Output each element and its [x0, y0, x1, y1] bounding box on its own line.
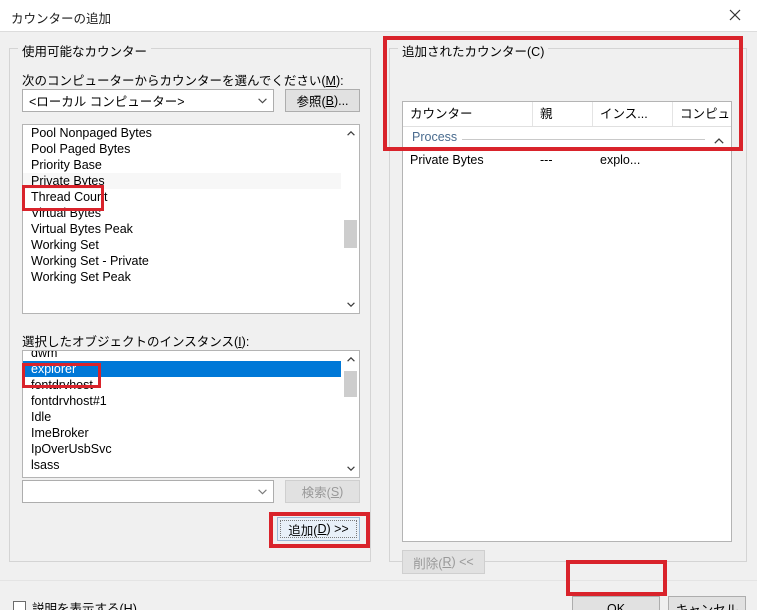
added-counters-cell-instance: explo...	[600, 153, 641, 167]
counter-list-item[interactable]: Pool Nonpaged Bytes	[23, 125, 342, 141]
show-description-checkbox[interactable]: 説明を表示する(H)	[13, 598, 137, 610]
instance-list-item[interactable]: dwm	[23, 351, 342, 361]
instance-list-item[interactable]: fontdrvhost#1	[23, 393, 342, 409]
counter-list-item[interactable]: Working Set Peak	[23, 269, 342, 285]
counter-list-item[interactable]: Working Set - Private	[23, 253, 342, 269]
instance-list-scroll-thumb[interactable]	[344, 371, 357, 397]
counter-list-item[interactable]: Priority Base	[23, 157, 342, 173]
added-counters-body: Process Private Bytes --- explo...	[403, 127, 731, 171]
counter-list-viewport: Pool Nonpaged Bytes Pool Paged Bytes Prior…	[23, 125, 342, 313]
instance-list-item[interactable]: Idle	[23, 409, 342, 425]
search-button[interactable]: 検索(S)	[285, 480, 360, 503]
added-counters-legend: 追加されたカウンター(C)	[398, 41, 549, 60]
title-bar: カウンターの追加	[0, 0, 757, 32]
counter-list-item[interactable]: Pool Paged Bytes	[23, 141, 342, 157]
added-counters-table[interactable]: カウンター親インス...コンピューター Process Private Bytes…	[402, 101, 732, 542]
added-counters-row[interactable]: Private Bytes --- explo...	[403, 149, 731, 171]
added-counters-column-header[interactable]: インス...	[593, 102, 673, 126]
cancel-button[interactable]: キャンセル	[668, 596, 746, 610]
instance-list-item[interactable]: ImeBroker	[23, 425, 342, 441]
added-counters-column-header[interactable]: カウンター	[403, 102, 533, 126]
add-counters-dialog: カウンターの追加 使用可能なカウンター 次のコンピューターからカウンターを選んで…	[0, 0, 757, 610]
added-counters-column-header[interactable]: コンピューター	[673, 102, 731, 126]
counter-list-scroll-thumb[interactable]	[344, 220, 357, 248]
added-counters-header-row: カウンター親インス...コンピューター	[403, 102, 731, 127]
remove-button[interactable]: 削除(R) <<	[402, 550, 485, 574]
computer-source-value: <ローカル コンピューター>	[29, 95, 185, 109]
search-input[interactable]	[22, 480, 274, 503]
counter-list-item[interactable]: Thread Count	[23, 189, 342, 205]
counter-list-scrollbar[interactable]	[341, 125, 359, 313]
instance-list-item[interactable]: explorer	[23, 361, 342, 377]
available-counters-legend: 使用可能なカウンター	[18, 41, 152, 60]
instance-list-item[interactable]: lsass	[23, 457, 342, 473]
chevron-up-icon[interactable]	[714, 131, 724, 149]
dialog-client-area: 使用可能なカウンター 次のコンピューターからカウンターを選んでください(M): …	[0, 31, 757, 610]
chevron-down-icon	[251, 97, 273, 104]
browse-button[interactable]: 参照(B)...	[285, 89, 360, 112]
chevron-down-icon	[251, 488, 273, 495]
added-counters-cell-counter: Private Bytes	[410, 153, 484, 167]
scroll-down-icon[interactable]	[342, 296, 359, 313]
added-counters-group-name: Process	[412, 130, 463, 144]
counter-list[interactable]: Pool Nonpaged Bytes Pool Paged Bytes Prior…	[22, 124, 360, 314]
added-counters-cell-computer	[673, 149, 731, 171]
counter-list-item[interactable]: Virtual Bytes	[23, 205, 342, 221]
add-button[interactable]: 追加(D) >>	[277, 517, 360, 541]
counter-list-item[interactable]: Working Set	[23, 237, 342, 253]
computer-source-combo[interactable]: <ローカル コンピューター>	[22, 89, 274, 112]
instance-list-item[interactable]: IpOverUsbSvc	[23, 441, 342, 457]
instance-list[interactable]: dwm explorer fontdrvhost fontdrvhost#1 Idle I…	[22, 350, 360, 478]
instance-list-viewport: dwm explorer fontdrvhost fontdrvhost#1 Idle I…	[23, 351, 342, 477]
added-counters-cell-parent: ---	[540, 153, 553, 167]
checkbox-box	[13, 601, 26, 610]
instance-list-item[interactable]: fontdrvhost	[23, 377, 342, 393]
scroll-up-icon[interactable]	[342, 125, 359, 142]
show-description-label: 説明を表示する(H)	[32, 602, 137, 610]
counter-list-item[interactable]: Private Bytes	[23, 173, 342, 189]
added-counters-column-header[interactable]: 親	[533, 102, 593, 126]
scroll-up-icon[interactable]	[342, 351, 359, 368]
window-title: カウンターの追加	[11, 12, 112, 26]
footer-divider	[0, 580, 757, 581]
computer-source-label: 次のコンピューターからカウンターを選んでください(M):	[22, 74, 344, 88]
instances-label: 選択したオブジェクトのインスタンス(I):	[22, 335, 250, 349]
close-icon[interactable]	[712, 0, 757, 30]
ok-button[interactable]: OK	[572, 596, 660, 610]
scroll-down-icon[interactable]	[342, 460, 359, 477]
added-counters-group-row[interactable]: Process	[403, 127, 731, 149]
counter-list-item[interactable]: Virtual Bytes Peak	[23, 221, 342, 237]
instance-list-scrollbar[interactable]	[341, 351, 359, 477]
